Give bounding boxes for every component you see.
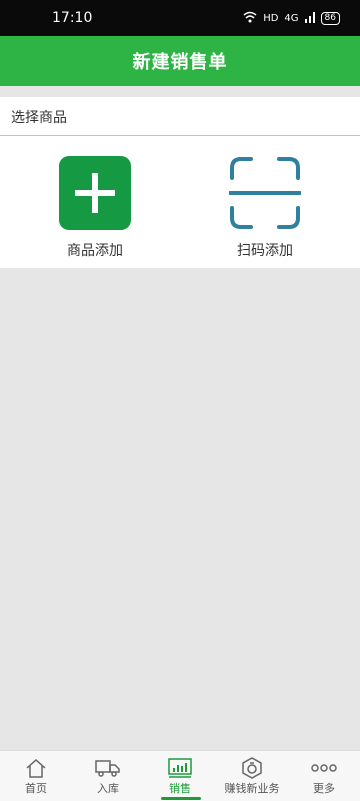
section-header: 选择商品 bbox=[0, 97, 360, 136]
battery-icon: 86 bbox=[320, 12, 340, 25]
signal-icon bbox=[304, 11, 315, 26]
section-label: 选择商品 bbox=[11, 110, 67, 126]
nav-item-home[interactable]: 首页 bbox=[0, 751, 72, 801]
add-product-panel: 商品添加 扫码添加 bbox=[0, 136, 360, 268]
wifi-icon bbox=[243, 11, 257, 26]
scan-add-button[interactable]: 扫码添加 bbox=[205, 156, 325, 260]
scan-add-label: 扫码添加 bbox=[237, 243, 293, 259]
home-icon bbox=[0, 757, 72, 779]
plus-icon bbox=[59, 156, 131, 230]
scan-icon bbox=[228, 156, 302, 230]
status-time: 17:10 bbox=[52, 10, 93, 26]
nav-item-stock-in[interactable]: 入库 bbox=[72, 751, 144, 801]
nav-label-more: 更多 bbox=[313, 782, 335, 795]
add-product-label: 商品添加 bbox=[67, 243, 123, 259]
network-type: HD bbox=[263, 13, 279, 24]
add-product-button[interactable]: 商品添加 bbox=[35, 156, 155, 260]
money-bag-icon bbox=[216, 757, 288, 779]
nav-label-home: 首页 bbox=[25, 782, 47, 795]
nav-label-sales: 销售 bbox=[169, 782, 191, 795]
nav-item-more[interactable]: 更多 bbox=[288, 751, 360, 801]
nav-label-stock-in: 入库 bbox=[97, 782, 119, 795]
status-icons: HD 4G 86 bbox=[243, 11, 340, 26]
more-dots-icon bbox=[288, 757, 360, 779]
app-bar: 新建销售单 bbox=[0, 36, 360, 86]
sales-chart-icon bbox=[144, 757, 216, 779]
signal-label: 4G bbox=[284, 13, 299, 24]
truck-icon bbox=[72, 757, 144, 779]
nav-label-new-business: 赚钱新业务 bbox=[224, 782, 280, 795]
page-title: 新建销售单 bbox=[132, 52, 228, 73]
status-bar: 17:10 HD 4G 86 bbox=[0, 0, 360, 36]
nav-item-new-business[interactable]: 赚钱新业务 bbox=[216, 751, 288, 801]
nav-item-sales[interactable]: 销售 bbox=[144, 751, 216, 801]
bottom-nav: 首页 入库 销售 赚钱新业务 更多 bbox=[0, 750, 360, 801]
